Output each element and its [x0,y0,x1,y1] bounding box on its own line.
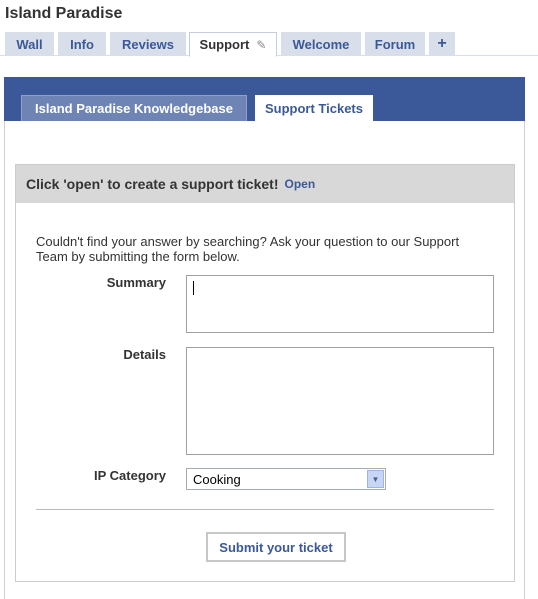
pencil-icon[interactable]: ✎ [256,38,266,52]
add-tab-button[interactable]: + [429,32,455,56]
category-label: IP Category [93,468,166,483]
tab-reviews[interactable]: Reviews [110,32,186,56]
chevron-down-icon[interactable]: ▼ [367,470,384,488]
plus-icon: + [437,35,447,52]
tab-label: Support [199,37,250,52]
tab-wall[interactable]: Wall [5,32,54,56]
tab-label: Wall [16,36,43,52]
category-select[interactable]: Cooking ▼ [186,468,386,490]
support-ticket-panel: Click 'open' to create a support ticket!… [15,164,515,582]
tab-label: Forum [374,36,416,52]
subtab-knowledgebase[interactable]: Island Paradise Knowledgebase [21,95,247,121]
panel-heading: Click 'open' to create a support ticket! [26,176,279,192]
intro-text: Couldn't find your answer by searching? … [36,234,460,264]
form-divider [36,509,494,510]
panel-header: Click 'open' to create a support ticket!… [16,165,514,203]
subtab-label: Island Paradise Knowledgebase [35,101,233,116]
page-root: Island Paradise Wall Info Reviews Suppor… [0,0,538,599]
submit-ticket-button[interactable]: Submit your ticket [206,532,346,562]
summary-field[interactable] [186,275,494,333]
tab-support[interactable]: Support ✎ [189,32,277,57]
page-title: Island Paradise [5,5,123,22]
tab-forum[interactable]: Forum [365,32,425,56]
tab-label: Info [70,36,94,52]
open-link[interactable]: Open [285,177,316,191]
tab-label: Welcome [292,36,350,52]
subtab-support-tickets[interactable]: Support Tickets [255,95,373,121]
summary-label: Summary [106,275,166,290]
subtab-label: Support Tickets [264,100,363,116]
category-selected-value: Cooking [193,471,241,487]
profile-tab-bar: Wall Info Reviews Support ✎ Welcome Foru… [0,32,538,57]
text-cursor [193,281,194,295]
details-field[interactable] [186,347,494,455]
tab-label: Reviews [121,36,175,52]
details-label: Details [123,347,166,362]
tab-info[interactable]: Info [58,32,106,56]
tab-welcome[interactable]: Welcome [281,32,361,56]
app-header: Island Paradise Knowledgebase Support Ti… [4,77,525,121]
